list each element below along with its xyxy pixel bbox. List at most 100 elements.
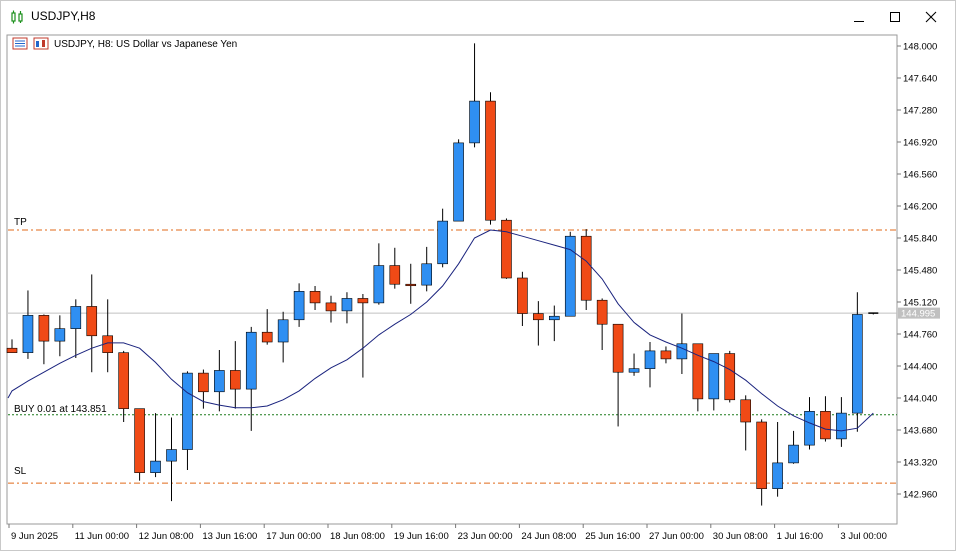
candle-body: [118, 352, 129, 409]
chart-header-label: USDJPY, H8: US Dollar vs Japanese Yen: [54, 39, 237, 50]
candle-body: [676, 343, 688, 360]
candle-body: [38, 315, 50, 342]
y-tick-label: 143.320: [903, 458, 937, 469]
y-tick-label: 142.960: [903, 490, 937, 501]
candle-body: [437, 220, 448, 265]
maximize-button[interactable]: [878, 1, 912, 33]
candle-body: [548, 315, 560, 321]
y-tick-label: 146.560: [903, 170, 937, 181]
candle-body: [182, 372, 193, 450]
candle-body: [580, 235, 592, 301]
candlestick-chart[interactable]: USDJPY, H8: US Dollar vs Japanese Yen TP…: [1, 33, 955, 550]
chart-area[interactable]: USDJPY, H8: US Dollar vs Japanese Yen TP…: [1, 33, 955, 550]
y-tick-label: 146.200: [903, 202, 937, 213]
candle-body: [86, 306, 98, 337]
candle[interactable]: [453, 139, 464, 222]
y-tick-label: 143.680: [903, 426, 937, 437]
candle[interactable]: [564, 231, 576, 317]
x-tick-label: 11 Jun 00:00: [75, 531, 129, 542]
close-button[interactable]: [914, 1, 948, 33]
candle-body: [836, 412, 847, 440]
candle-body: [469, 100, 480, 144]
x-tick-label: 17 Jun 00:00: [266, 531, 321, 542]
candle-body: [804, 411, 815, 446]
x-tick-label: 18 Jun 08:00: [330, 531, 385, 542]
candle-body: [596, 299, 608, 325]
x-tick-label: 24 Jun 08:00: [521, 531, 576, 542]
minimize-button[interactable]: [842, 1, 876, 33]
candle-body: [501, 219, 512, 279]
candle-body: [740, 399, 752, 423]
candle-body: [293, 291, 305, 321]
candle-body: [166, 449, 177, 462]
candle-body: [820, 411, 831, 440]
y-tick-label: 144.400: [903, 362, 937, 373]
maximize-icon: [890, 12, 900, 22]
chart-list-icon[interactable]: [12, 37, 28, 50]
candle-body: [788, 444, 799, 464]
sl-label: SL: [14, 466, 27, 477]
candle[interactable]: [724, 350, 736, 403]
candle-body: [852, 314, 863, 414]
candle-body: [628, 368, 640, 373]
x-tick-label: 23 Jun 00:00: [458, 531, 513, 542]
candle-body: [660, 350, 672, 360]
y-tick-label: 145.840: [903, 234, 937, 245]
title-bar[interactable]: USDJPY,H8: [1, 1, 955, 33]
candle-body: [261, 331, 273, 343]
candle-body: [198, 372, 209, 393]
candle-body: [230, 370, 241, 390]
candle-body: [309, 291, 321, 304]
chart-window-icon: [11, 10, 23, 24]
y-tick-label: 144.760: [903, 330, 937, 341]
candle-body: [214, 370, 225, 393]
candle-body: [405, 283, 417, 287]
candle-body: [357, 298, 369, 304]
y-tick-label: 147.280: [903, 106, 937, 117]
candle-body: [485, 100, 496, 221]
candle-body: [644, 350, 656, 369]
window-title: USDJPY,H8: [31, 9, 96, 23]
y-tick-label: 145.120: [903, 298, 937, 309]
current-price-tag: 144.995: [898, 307, 940, 320]
candle-body: [421, 263, 433, 286]
candle-body: [772, 462, 783, 489]
candle-body: [533, 313, 544, 321]
candle[interactable]: [580, 229, 592, 310]
candle-body: [54, 328, 66, 342]
candle-body: [373, 265, 385, 304]
chart-window: USDJPY,H8 USDJPY, H8: US Dollar vs Japan…: [0, 0, 956, 551]
x-tick-label: 12 Jun 08:00: [139, 531, 194, 542]
minimize-icon: [854, 21, 864, 22]
candle-body: [22, 315, 34, 353]
x-tick-label: 19 Jun 16:00: [394, 531, 449, 542]
candle-body: [453, 142, 464, 222]
y-tick-label: 147.640: [903, 74, 937, 85]
current-price-label: 144.995: [901, 309, 935, 320]
candle-body: [70, 306, 82, 329]
x-tick-label: 30 Jun 08:00: [713, 531, 768, 542]
y-tick-label: 146.920: [903, 138, 937, 149]
candle[interactable]: [485, 92, 496, 225]
x-tick-label: 27 Jun 00:00: [649, 531, 704, 542]
candle[interactable]: [501, 218, 512, 279]
candle-body: [6, 347, 18, 353]
candle[interactable]: [134, 408, 145, 481]
x-tick-label: 25 Jun 16:00: [585, 531, 640, 542]
candle-body: [134, 408, 145, 473]
candle-body: [150, 460, 161, 473]
x-tick-label: 13 Jun 16:00: [202, 531, 257, 542]
close-icon: [925, 11, 937, 23]
x-tick-label: 1 Jul 16:00: [777, 531, 823, 542]
candle-body: [517, 277, 528, 314]
candle-body: [341, 298, 353, 312]
chart-bars-icon[interactable]: [33, 37, 49, 50]
candle-body: [724, 353, 736, 401]
y-tick-label: 145.480: [903, 266, 937, 277]
candle-body: [325, 302, 337, 312]
candle-body: [756, 421, 767, 489]
candle-body: [692, 343, 704, 400]
candle-body: [389, 265, 401, 285]
candle-body: [245, 331, 257, 390]
buy-order-label: BUY 0.01 at 143.851: [14, 404, 107, 415]
